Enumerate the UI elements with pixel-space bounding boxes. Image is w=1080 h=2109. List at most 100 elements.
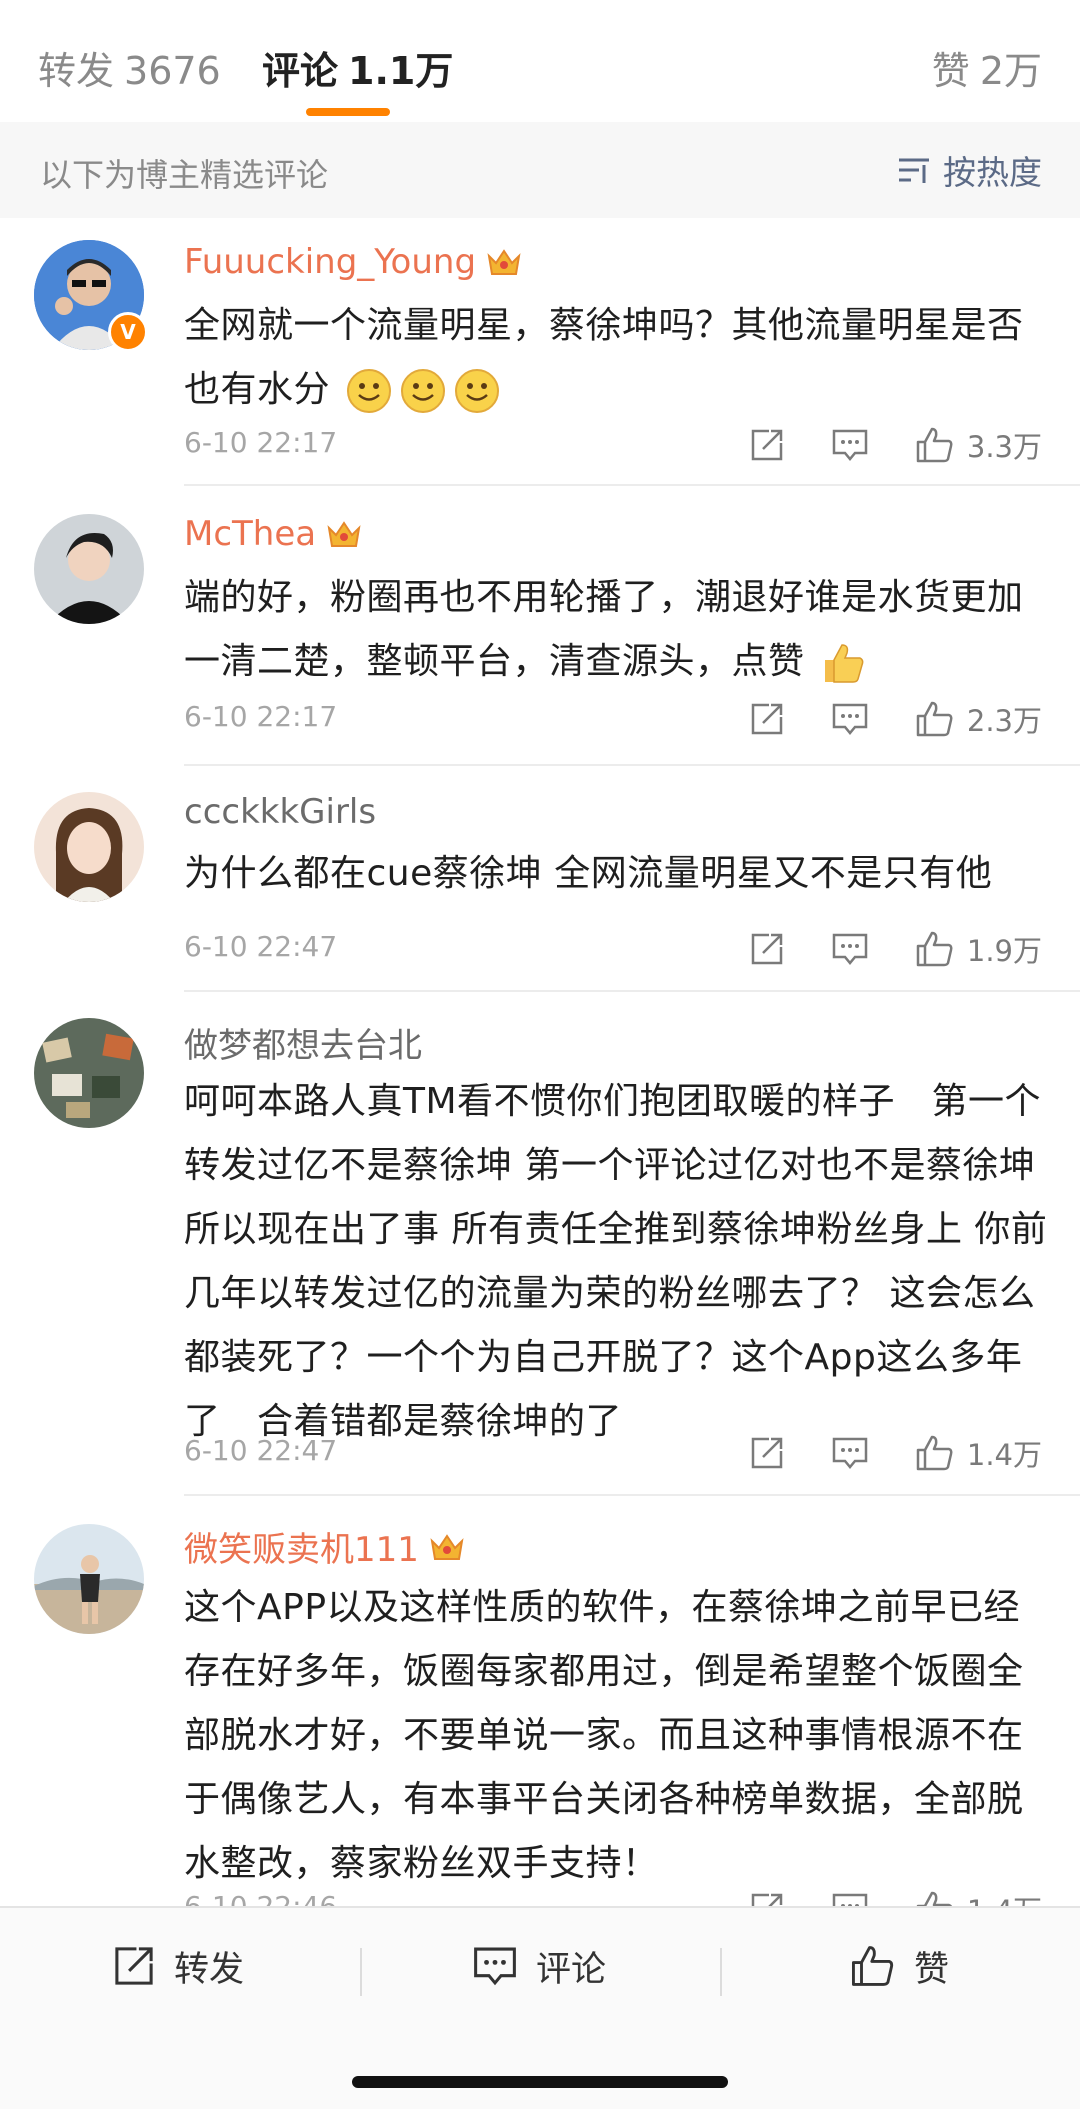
like-count: 1.4万 xyxy=(966,1438,1042,1472)
comment-author-name: Fuuucking_Young xyxy=(184,242,477,282)
comment-author[interactable]: 微笑贩卖机111 xyxy=(184,1522,465,1571)
smile-emoji-icon xyxy=(454,369,499,413)
comment-body: 端的好，粉圈再也不用轮播了，潮退好谁是水货更加一清二楚，整顿平台，清查源头，点赞 xyxy=(184,577,1024,682)
comment-actions: 1.4万 xyxy=(703,1888,1042,1906)
comment-time: 6-10 22:47 xyxy=(184,930,338,963)
thumbs-up-icon xyxy=(916,1891,952,1906)
thumbs-up-emoji-icon xyxy=(825,644,864,683)
comment-icon xyxy=(832,703,868,735)
reply-button[interactable] xyxy=(831,1891,869,1906)
avatar-image xyxy=(34,1018,144,1128)
reply-button[interactable] xyxy=(831,1435,869,1471)
tab-comment[interactable]: 评论 1.1万 xyxy=(262,40,453,95)
like-button[interactable]: 2.3万 xyxy=(915,698,1042,740)
thumbs-up-icon xyxy=(916,931,953,967)
active-tab-indicator xyxy=(306,108,390,116)
vip-crown-icon xyxy=(430,1533,464,1560)
repost-icon xyxy=(751,703,783,735)
repost-button[interactable] xyxy=(749,427,785,463)
reply-button[interactable] xyxy=(831,427,869,463)
reply-button[interactable] xyxy=(831,701,869,737)
repost-button[interactable] xyxy=(749,1891,785,1906)
tab-repost-label: 转发 xyxy=(38,49,115,93)
comment-text: 全网就一个流量明星，蔡徐坤吗？其他流量明星是否也有水分 xyxy=(184,294,1050,422)
comment-time: 6-10 22:17 xyxy=(184,700,338,733)
tab-comment-count: 1.1万 xyxy=(348,49,454,93)
comment-author[interactable]: 做梦都想去台北 xyxy=(184,1018,422,1067)
comment-text: 为什么都在cue蔡徐坤 全网流量明星又不是只有他 xyxy=(184,842,1050,906)
comment-actions: 1.9万 xyxy=(703,928,1042,970)
comment-body: 这个APP以及这样性质的软件，在蔡徐坤之前早已经存在好多年，饭圈每家都用过，倒是… xyxy=(184,1587,1024,1884)
like-count: 2.3万 xyxy=(966,704,1042,738)
bottom-comment-button[interactable]: 评论 xyxy=(472,1938,606,1994)
like-button[interactable]: 1.9万 xyxy=(915,928,1042,970)
featured-comments-label: 以下为博主精选评论 xyxy=(40,156,329,194)
vip-crown-icon xyxy=(487,249,521,275)
comment-author-name: ccckkkGirls xyxy=(184,792,377,832)
comment-icon xyxy=(832,429,868,461)
tab-like[interactable]: 赞 2万 xyxy=(932,40,1042,95)
bottom-action-bar: 转发 评论 赞 xyxy=(0,1906,1080,2048)
comment-footer: 6-10 22:47 1.9万 xyxy=(184,928,1042,972)
avatar[interactable] xyxy=(34,514,144,624)
comment-actions: 1.4万 xyxy=(703,1432,1042,1474)
like-button[interactable]: 3.3万 xyxy=(915,424,1042,466)
avatar[interactable] xyxy=(34,1524,144,1634)
repost-button[interactable] xyxy=(749,701,785,737)
avatar-image xyxy=(34,792,144,902)
comment-author[interactable]: McThea xyxy=(184,514,362,554)
thumbs-up-icon xyxy=(916,1435,953,1471)
like-count: 1.9万 xyxy=(966,934,1042,968)
divider xyxy=(360,1948,362,1996)
repost-icon xyxy=(751,933,783,965)
comment-author-name: McThea xyxy=(184,514,317,554)
avatar[interactable] xyxy=(34,792,144,902)
repost-icon xyxy=(751,429,783,461)
bottom-repost-button[interactable]: 转发 xyxy=(112,1938,244,1994)
thumbs-up-icon xyxy=(916,427,953,463)
divider xyxy=(720,1948,722,1996)
tab-comment-label: 评论 xyxy=(262,49,339,93)
comment-author-name: 微笑贩卖机111 xyxy=(184,1530,419,1570)
sort-icon xyxy=(899,158,929,183)
comment-item: ccckkkGirls 为什么都在cue蔡徐坤 全网流量明星又不是只有他 6-1… xyxy=(0,766,1080,992)
comment-author[interactable]: ccckkkGirls xyxy=(184,792,376,832)
bottom-like-label: 赞 xyxy=(914,1949,950,1990)
comment-actions: 2.3万 xyxy=(703,698,1042,740)
verified-badge: V xyxy=(108,312,148,352)
repost-icon xyxy=(751,1437,783,1469)
comment-icon xyxy=(832,1893,868,1906)
comment-text: 呵呵本路人真TM看不惯你们抱团取暖的样子 第一个转发过亿不是蔡徐坤 第一个评论过… xyxy=(184,1070,1050,1454)
bottom-like-button[interactable]: 赞 xyxy=(850,1938,949,1994)
bottom-comment-label: 评论 xyxy=(536,1949,607,1990)
repost-button[interactable] xyxy=(749,931,785,967)
tab-like-label: 赞 xyxy=(931,49,970,93)
reply-button[interactable] xyxy=(831,931,869,967)
comment-icon xyxy=(474,1947,516,1986)
vip-crown-icon xyxy=(327,521,361,547)
comment-body: 全网就一个流量明星，蔡徐坤吗？其他流量明星是否也有水分 xyxy=(184,305,1024,410)
repost-button[interactable] xyxy=(749,1435,785,1471)
comment-body: 呵呵本路人真TM看不惯你们抱团取暖的样子 第一个转发过亿不是蔡徐坤 第一个评论过… xyxy=(184,1081,1048,1442)
sort-by-hot-button[interactable]: 按热度 xyxy=(897,146,1042,194)
like-button[interactable]: 1.4万 xyxy=(915,1432,1042,1474)
comment-footer: 6-10 22:46 1.4万 xyxy=(184,1888,1042,1906)
filter-bar: 以下为博主精选评论 按热度 xyxy=(0,122,1080,218)
tab-like-count: 2万 xyxy=(979,49,1042,93)
avatar-image xyxy=(34,1524,144,1634)
comment-body: 为什么都在cue蔡徐坤 全网流量明星又不是只有他 xyxy=(184,853,993,894)
thumbs-up-icon xyxy=(852,1946,894,1986)
like-count: 3.3万 xyxy=(966,430,1042,464)
avatar[interactable] xyxy=(34,1018,144,1128)
bottom-repost-label: 转发 xyxy=(174,1949,245,1990)
comment-actions: 3.3万 xyxy=(703,424,1042,466)
comment-time: 6-10 22:46 xyxy=(184,1890,337,1906)
home-indicator[interactable] xyxy=(352,2076,728,2088)
tab-repost[interactable]: 转发 3676 xyxy=(38,40,221,95)
like-button[interactable]: 1.4万 xyxy=(915,1888,1042,1906)
comment-icon xyxy=(832,1437,868,1469)
smile-emoji-icon xyxy=(346,369,391,413)
comment-author[interactable]: Fuuucking_Young xyxy=(184,242,522,282)
comment-author-name: 做梦都想去台北 xyxy=(184,1026,422,1066)
comment-footer: 6-10 22:47 1.4万 xyxy=(184,1432,1042,1476)
